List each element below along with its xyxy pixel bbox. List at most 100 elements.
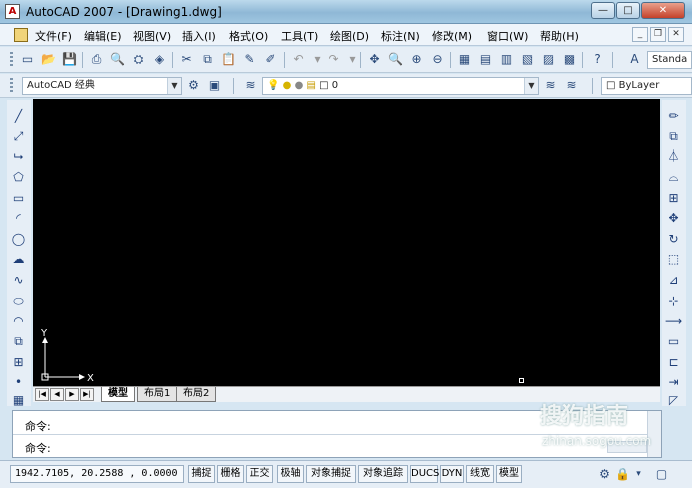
match-properties-icon[interactable]: ✎ [241, 51, 258, 68]
menu-help[interactable]: 帮助(H) [540, 28, 579, 44]
menu-window[interactable]: 窗口(W) [487, 28, 528, 44]
markup-set-icon[interactable]: ▨ [540, 51, 557, 68]
next-tab-button[interactable]: ▶ [65, 388, 79, 401]
doc-close-button[interactable]: ✕ [668, 27, 684, 42]
revision-cloud-icon[interactable]: ☁ [10, 251, 27, 268]
polar-toggle[interactable]: 极轴 [277, 465, 304, 483]
ellipse-arc-icon[interactable]: ◠ [10, 313, 27, 330]
insert-block-icon[interactable]: ⧉ [10, 333, 27, 350]
model-space-toggle[interactable]: 模型 [496, 465, 522, 483]
menu-modify[interactable]: 修改(M) [432, 28, 472, 44]
text-style-combo[interactable]: Standa [647, 51, 692, 69]
calculator-icon[interactable]: ▩ [561, 51, 578, 68]
chevron-down-icon[interactable]: ▼ [167, 78, 181, 94]
join-icon[interactable]: ⇥ [665, 374, 682, 391]
print-icon[interactable]: ⎙ [88, 51, 105, 68]
close-button[interactable]: ✕ [641, 2, 685, 19]
block-editor-icon[interactable]: ✐ [262, 51, 279, 68]
cut-icon[interactable]: ✂ [178, 51, 195, 68]
trim-icon[interactable]: ⊹ [665, 293, 682, 310]
prev-tab-button[interactable]: ◀ [50, 388, 64, 401]
extend-icon[interactable]: ⟶ [665, 313, 682, 330]
stretch-icon[interactable]: ⊿ [665, 272, 682, 289]
copy-icon[interactable]: ⧉ [199, 51, 216, 68]
erase-icon[interactable]: ✏ [665, 108, 682, 125]
coordinate-readout[interactable]: 1942.7105, 20.2588 , 0.0000 [10, 465, 184, 483]
layer-previous-icon[interactable]: ≋ [563, 77, 580, 94]
hatch-icon[interactable]: ▦ [10, 392, 27, 409]
tab-layout1[interactable]: 布局1 [137, 387, 178, 402]
paste-icon[interactable]: 📋 [220, 51, 237, 68]
make-current-layer-icon[interactable]: ≋ [542, 77, 559, 94]
new-file-icon[interactable]: ▭ [19, 51, 36, 68]
clean-screen-icon[interactable]: ▢ [653, 466, 670, 483]
design-center-icon[interactable]: ▤ [477, 51, 494, 68]
menu-dimension[interactable]: 标注(N) [381, 28, 420, 44]
minimize-button[interactable]: — [591, 2, 615, 19]
zoom-previous-icon[interactable]: ⊖ [429, 51, 446, 68]
redo-icon[interactable]: ↷ [325, 51, 342, 68]
otrack-toggle[interactable]: 对象追踪 [358, 465, 408, 483]
break-icon[interactable]: ⊏ [665, 354, 682, 371]
tab-layout2[interactable]: 布局2 [176, 387, 217, 402]
copy-object-icon[interactable]: ⧉ [665, 128, 682, 145]
color-control-combo[interactable]: □ ByLayer [601, 77, 692, 95]
communication-center-icon[interactable]: ⚙ [596, 466, 613, 483]
toolbar-grip[interactable] [10, 78, 13, 94]
line-icon[interactable]: ╱ [10, 108, 27, 125]
save-workspace-icon[interactable]: ▣ [206, 77, 223, 94]
doc-minimize-button[interactable]: _ [632, 27, 648, 42]
3d-dwf-icon[interactable]: ◈ [151, 51, 168, 68]
save-icon[interactable]: 💾 [61, 51, 78, 68]
maximize-button[interactable]: □ [616, 2, 640, 19]
scale-icon[interactable]: ⬚ [665, 251, 682, 268]
menu-view[interactable]: 视图(V) [133, 28, 171, 44]
ellipse-icon[interactable]: ⬭ [10, 293, 27, 310]
rotate-icon[interactable]: ↻ [665, 231, 682, 248]
offset-icon[interactable]: ⌓ [665, 169, 682, 186]
snap-toggle[interactable]: 捕捉 [188, 465, 215, 483]
construction-line-icon[interactable]: ⤢ [10, 128, 27, 145]
undo-icon[interactable]: ↶ [290, 51, 307, 68]
first-tab-button[interactable]: |◀ [35, 388, 49, 401]
document-icon[interactable] [14, 28, 28, 42]
rectangle-icon[interactable]: ▭ [10, 190, 27, 207]
menu-edit[interactable]: 编辑(E) [84, 28, 122, 44]
point-icon[interactable]: • [10, 374, 27, 391]
menu-insert[interactable]: 插入(I) [182, 28, 216, 44]
osnap-toggle[interactable]: 对象捕捉 [306, 465, 356, 483]
menu-file[interactable]: 文件(F) [35, 28, 72, 44]
menu-format[interactable]: 格式(O) [229, 28, 268, 44]
lineweight-toggle[interactable]: 线宽 [466, 465, 494, 483]
help-icon[interactable]: ? [589, 51, 606, 68]
doc-restore-button[interactable]: ❐ [650, 27, 666, 42]
array-icon[interactable]: ⊞ [665, 190, 682, 207]
layer-combo[interactable]: 💡 ● ● ▤ □ 0 ▼ [262, 77, 539, 95]
toolbar-grip[interactable] [10, 52, 13, 68]
ortho-toggle[interactable]: 正交 [246, 465, 273, 483]
undo-dropdown-icon[interactable]: ▾ [309, 51, 326, 68]
properties-icon[interactable]: ▦ [456, 51, 473, 68]
lock-toolbar-icon[interactable]: 🔒 [614, 466, 631, 483]
menu-tools[interactable]: 工具(T) [281, 28, 318, 44]
polygon-icon[interactable]: ⬠ [10, 169, 27, 186]
layer-manager-icon[interactable]: ≋ [242, 77, 259, 94]
drawing-canvas[interactable]: X Y [33, 99, 660, 386]
move-icon[interactable]: ✥ [665, 210, 682, 227]
print-preview-icon[interactable]: 🔍 [109, 51, 126, 68]
menu-draw[interactable]: 绘图(D) [330, 28, 369, 44]
last-tab-button[interactable]: ▶| [80, 388, 94, 401]
arc-icon[interactable]: ◜ [10, 210, 27, 227]
open-file-icon[interactable]: 📂 [40, 51, 57, 68]
break-at-point-icon[interactable]: ▭ [665, 333, 682, 350]
tab-model[interactable]: 模型 [101, 387, 135, 402]
status-menu-chevron-icon[interactable]: ▾ [630, 466, 647, 483]
text-style-icon[interactable]: A [626, 51, 643, 68]
ducs-toggle[interactable]: DUCS [410, 465, 439, 483]
tool-palettes-icon[interactable]: ▥ [498, 51, 515, 68]
spline-icon[interactable]: ∿ [10, 272, 27, 289]
autocad-app-icon[interactable]: A [5, 4, 20, 19]
polyline-icon[interactable]: ⮡ [10, 148, 27, 165]
zoom-realtime-icon[interactable]: 🔍 [387, 51, 404, 68]
grid-toggle[interactable]: 栅格 [217, 465, 244, 483]
